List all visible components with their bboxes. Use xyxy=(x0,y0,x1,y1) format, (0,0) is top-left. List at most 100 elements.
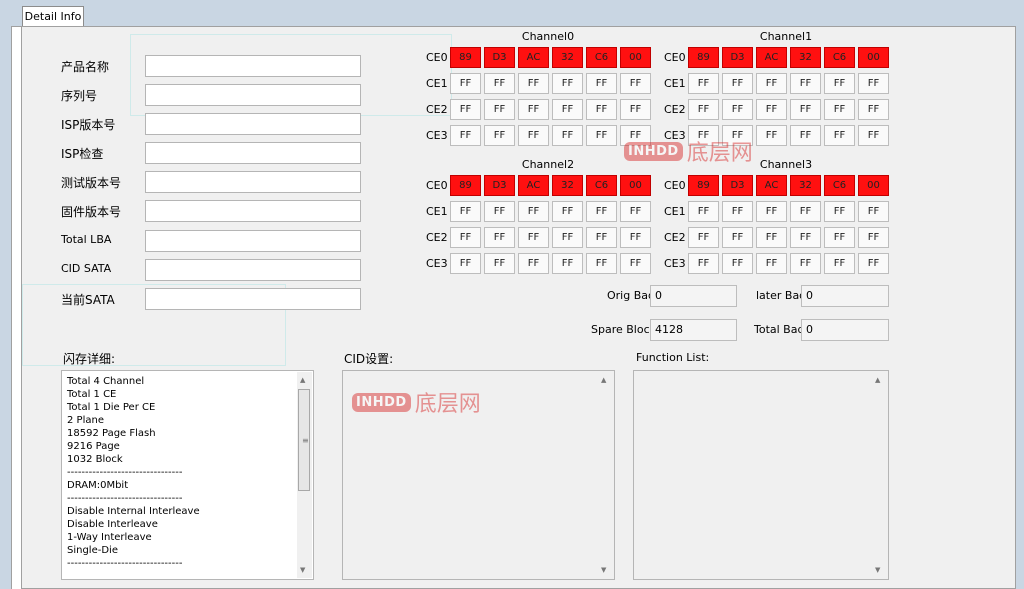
scroll-thumb[interactable]: ≡ xyxy=(298,389,310,491)
byte-cell[interactable]: FF xyxy=(824,99,855,120)
byte-cell[interactable]: FF xyxy=(586,73,617,94)
byte-cell[interactable]: FF xyxy=(518,253,549,274)
field-input[interactable] xyxy=(145,171,361,193)
byte-cell[interactable]: FF xyxy=(858,99,889,120)
byte-cell[interactable]: FF xyxy=(688,201,719,222)
byte-cell[interactable]: 89 xyxy=(688,47,719,68)
byte-cell[interactable]: 89 xyxy=(450,47,481,68)
byte-cell[interactable]: FF xyxy=(450,201,481,222)
byte-cell[interactable]: FF xyxy=(722,99,753,120)
byte-cell[interactable]: FF xyxy=(586,99,617,120)
byte-cell[interactable]: FF xyxy=(450,253,481,274)
byte-cell[interactable]: FF xyxy=(688,253,719,274)
byte-cell[interactable]: FF xyxy=(756,99,787,120)
byte-cell[interactable]: FF xyxy=(518,201,549,222)
byte-cell[interactable]: FF xyxy=(484,125,515,146)
byte-cell[interactable]: FF xyxy=(756,253,787,274)
spare-block-field[interactable]: 4128 xyxy=(650,319,737,341)
scroll-down-icon[interactable]: ▼ xyxy=(601,566,606,574)
byte-cell[interactable]: FF xyxy=(586,125,617,146)
byte-cell[interactable]: 00 xyxy=(620,175,651,196)
byte-cell[interactable]: FF xyxy=(858,201,889,222)
field-input[interactable] xyxy=(145,259,361,281)
byte-cell[interactable]: D3 xyxy=(484,175,515,196)
flash-scrollbar[interactable]: ▲ ≡ ▼ xyxy=(297,372,312,578)
byte-cell[interactable]: FF xyxy=(518,125,549,146)
field-input[interactable] xyxy=(145,230,361,252)
byte-cell[interactable]: FF xyxy=(518,73,549,94)
byte-cell[interactable]: FF xyxy=(790,73,821,94)
byte-cell[interactable]: FF xyxy=(756,125,787,146)
byte-cell[interactable]: 32 xyxy=(552,47,583,68)
byte-cell[interactable]: FF xyxy=(722,73,753,94)
total-bad-field[interactable]: 0 xyxy=(801,319,889,341)
byte-cell[interactable]: FF xyxy=(790,99,821,120)
byte-cell[interactable]: FF xyxy=(552,125,583,146)
byte-cell[interactable]: FF xyxy=(484,227,515,248)
byte-cell[interactable]: FF xyxy=(790,125,821,146)
byte-cell[interactable]: FF xyxy=(824,201,855,222)
byte-cell[interactable]: FF xyxy=(688,73,719,94)
byte-cell[interactable]: FF xyxy=(552,99,583,120)
byte-cell[interactable]: FF xyxy=(858,227,889,248)
byte-cell[interactable]: FF xyxy=(484,201,515,222)
byte-cell[interactable]: FF xyxy=(552,227,583,248)
byte-cell[interactable]: FF xyxy=(518,99,549,120)
byte-cell[interactable]: C6 xyxy=(586,47,617,68)
byte-cell[interactable]: D3 xyxy=(484,47,515,68)
flash-detail-list[interactable]: Total 4 Channel Total 1 CE Total 1 Die Per… xyxy=(61,370,314,580)
field-input[interactable] xyxy=(145,113,361,135)
scroll-up-icon[interactable]: ▲ xyxy=(601,376,606,384)
byte-cell[interactable]: FF xyxy=(824,73,855,94)
byte-cell[interactable]: FF xyxy=(620,99,651,120)
byte-cell[interactable]: FF xyxy=(586,201,617,222)
byte-cell[interactable]: FF xyxy=(858,125,889,146)
field-input[interactable] xyxy=(145,84,361,106)
byte-cell[interactable]: C6 xyxy=(824,175,855,196)
byte-cell[interactable]: 32 xyxy=(552,175,583,196)
byte-cell[interactable]: FF xyxy=(620,227,651,248)
byte-cell[interactable]: FF xyxy=(790,227,821,248)
byte-cell[interactable]: D3 xyxy=(722,47,753,68)
byte-cell[interactable]: FF xyxy=(756,227,787,248)
scroll-down-icon[interactable]: ▼ xyxy=(300,566,305,574)
byte-cell[interactable]: AC xyxy=(518,175,549,196)
byte-cell[interactable]: FF xyxy=(450,125,481,146)
byte-cell[interactable]: FF xyxy=(824,227,855,248)
byte-cell[interactable]: 00 xyxy=(858,47,889,68)
scroll-up-icon[interactable]: ▲ xyxy=(875,376,880,384)
byte-cell[interactable]: FF xyxy=(824,125,855,146)
function-list[interactable]: ▲ ▼ xyxy=(633,370,889,580)
byte-cell[interactable]: FF xyxy=(756,73,787,94)
field-input[interactable] xyxy=(145,142,361,164)
byte-cell[interactable]: FF xyxy=(790,253,821,274)
byte-cell[interactable]: 89 xyxy=(688,175,719,196)
byte-cell[interactable]: FF xyxy=(484,73,515,94)
byte-cell[interactable]: FF xyxy=(586,253,617,274)
byte-cell[interactable]: 32 xyxy=(790,47,821,68)
byte-cell[interactable]: AC xyxy=(518,47,549,68)
field-input[interactable] xyxy=(145,288,361,310)
byte-cell[interactable]: FF xyxy=(858,73,889,94)
field-input[interactable] xyxy=(145,200,361,222)
byte-cell[interactable]: 32 xyxy=(790,175,821,196)
byte-cell[interactable]: FF xyxy=(756,201,787,222)
byte-cell[interactable]: FF xyxy=(450,99,481,120)
byte-cell[interactable]: FF xyxy=(552,201,583,222)
cid-scrollbar[interactable]: ▲ ▼ xyxy=(598,372,613,578)
byte-cell[interactable]: FF xyxy=(620,73,651,94)
byte-cell[interactable]: FF xyxy=(484,99,515,120)
byte-cell[interactable]: FF xyxy=(824,253,855,274)
byte-cell[interactable]: FF xyxy=(722,201,753,222)
scroll-down-icon[interactable]: ▼ xyxy=(875,566,880,574)
byte-cell[interactable]: FF xyxy=(620,253,651,274)
byte-cell[interactable]: FF xyxy=(858,253,889,274)
byte-cell[interactable]: FF xyxy=(722,253,753,274)
byte-cell[interactable]: FF xyxy=(586,227,617,248)
byte-cell[interactable]: FF xyxy=(722,227,753,248)
orig-bad-field[interactable]: 0 xyxy=(650,285,737,307)
tab-detail-info[interactable]: Detail Info xyxy=(22,6,84,26)
byte-cell[interactable]: FF xyxy=(620,201,651,222)
field-input[interactable] xyxy=(145,55,361,77)
byte-cell[interactable]: FF xyxy=(688,227,719,248)
